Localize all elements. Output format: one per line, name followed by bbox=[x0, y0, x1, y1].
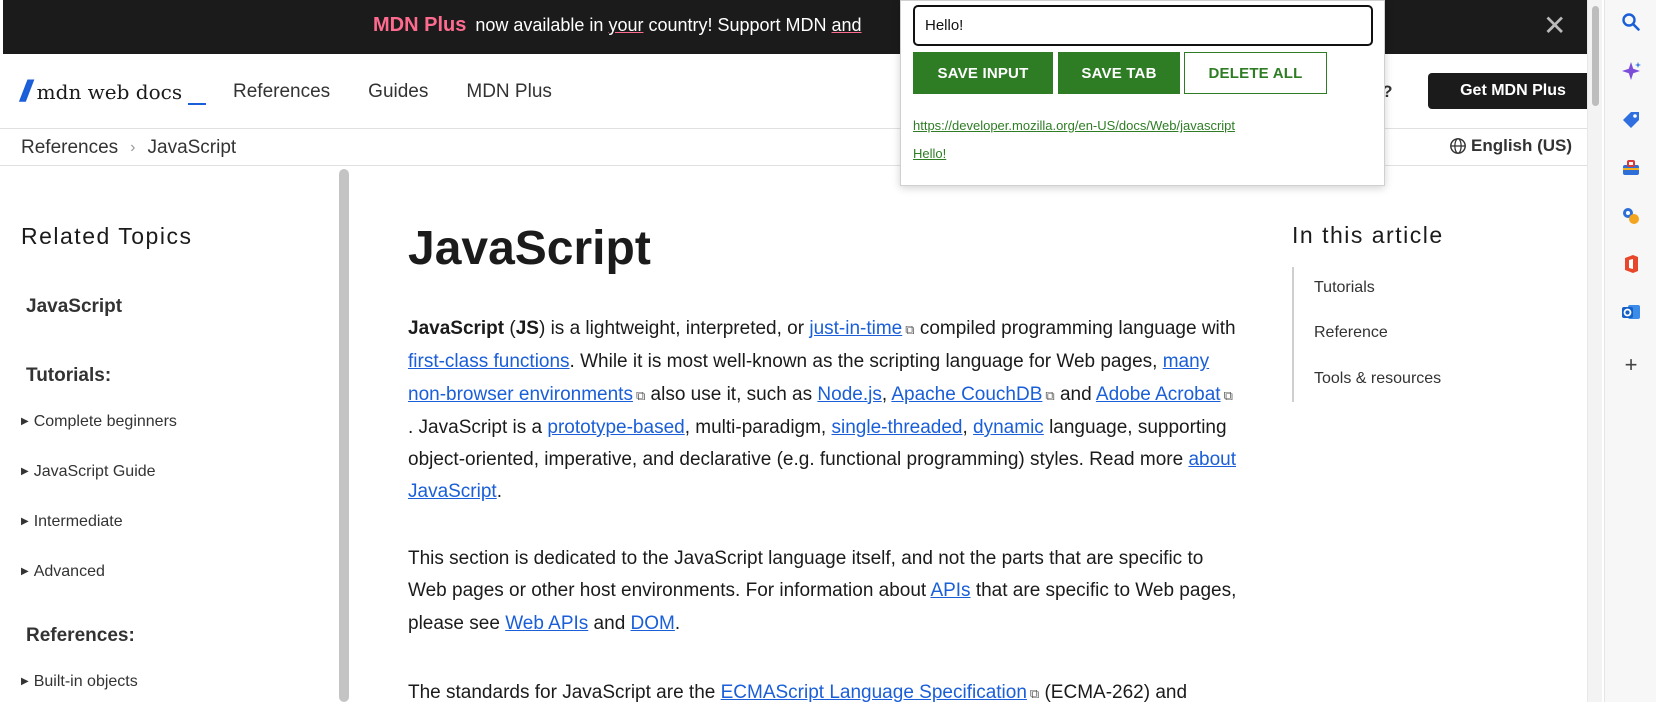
toc-item-tools-resources[interactable]: Tools & resources bbox=[1314, 370, 1441, 388]
delete-all-button[interactable]: DELETE ALL bbox=[1184, 52, 1327, 94]
nav-guides[interactable]: Guides bbox=[368, 81, 428, 103]
page-title: JavaScript bbox=[408, 222, 651, 275]
sidebar-tutorials-heading: Tutorials: bbox=[26, 365, 112, 386]
link-ecmascript-spec[interactable]: ECMAScript Language Specification bbox=[721, 682, 1040, 702]
language-selector[interactable]: English (US) bbox=[1449, 136, 1572, 156]
intro-paragraph: JavaScript (JS) is a lightweight, interp… bbox=[408, 313, 1238, 509]
copilot-icon[interactable] bbox=[1619, 59, 1643, 83]
get-mdn-plus-button[interactable]: Get MDN Plus bbox=[1428, 73, 1598, 109]
sidebar-heading: Related Topics bbox=[21, 223, 193, 249]
link-nodejs[interactable]: Node.js bbox=[817, 384, 881, 405]
banner-link-and[interactable]: and bbox=[832, 15, 862, 35]
add-icon[interactable]: + bbox=[1619, 352, 1643, 377]
language-label: English (US) bbox=[1471, 136, 1573, 155]
breadcrumb-javascript[interactable]: JavaScript bbox=[148, 137, 237, 159]
toc-heading: In this article bbox=[1292, 222, 1444, 248]
breadcrumb: References › JavaScript bbox=[21, 137, 236, 159]
toc-item-reference[interactable]: Reference bbox=[1314, 324, 1388, 342]
shopping-tag-icon[interactable] bbox=[1619, 108, 1643, 132]
page-scrollbar[interactable] bbox=[1587, 0, 1602, 702]
mdn-logo[interactable]: // mdn web docs bbox=[20, 75, 207, 108]
link-adobe-acrobat[interactable]: Adobe Acrobat bbox=[1096, 384, 1233, 405]
scope-paragraph: This section is dedicated to the JavaScr… bbox=[408, 548, 1237, 634]
banner-link-your[interactable]: your bbox=[608, 15, 643, 35]
link-prototype-based[interactable]: prototype-based bbox=[547, 417, 684, 438]
logo-cursor bbox=[188, 103, 207, 105]
link-just-in-time[interactable]: just-in-time bbox=[809, 318, 914, 339]
close-icon[interactable]: ✕ bbox=[1543, 12, 1566, 40]
link-single-threaded[interactable]: single-threaded bbox=[832, 417, 963, 438]
sidebar-item-javascript[interactable]: JavaScript bbox=[26, 296, 122, 318]
sidebar-item-advanced[interactable]: Advanced bbox=[21, 563, 105, 581]
main-nav: References Guides MDN Plus bbox=[233, 81, 552, 103]
browser-sidebar: + bbox=[1604, 0, 1656, 702]
standards-paragraph: The standards for JavaScript are the ECM… bbox=[408, 677, 1238, 702]
saved-link-item[interactable]: Hello! bbox=[913, 146, 946, 161]
link-dom[interactable]: DOM bbox=[631, 613, 675, 634]
saved-link-item[interactable]: https://developer.mozilla.org/en-US/docs… bbox=[913, 118, 1235, 133]
tools-icon[interactable] bbox=[1619, 156, 1643, 180]
nav-references[interactable]: References bbox=[233, 81, 330, 103]
mdn-logo-icon: // bbox=[20, 75, 31, 108]
link-apis[interactable]: APIs bbox=[930, 580, 970, 601]
sidebar-references-heading: References: bbox=[26, 625, 135, 646]
sidebar-item-complete-beginners[interactable]: Complete beginners bbox=[21, 413, 177, 431]
outlook-icon[interactable] bbox=[1619, 300, 1643, 324]
link-dynamic[interactable]: dynamic bbox=[973, 417, 1044, 438]
logo-text: mdn web docs bbox=[36, 80, 183, 104]
save-text-input[interactable] bbox=[913, 5, 1373, 46]
link-web-apis[interactable]: Web APIs bbox=[505, 613, 588, 634]
page-scrollbar-thumb[interactable] bbox=[1592, 6, 1599, 106]
toc-item-tutorials[interactable]: Tutorials bbox=[1314, 279, 1375, 297]
office-icon[interactable] bbox=[1619, 252, 1643, 276]
save-tab-button[interactable]: SAVE TAB bbox=[1058, 52, 1180, 94]
save-input-button[interactable]: SAVE INPUT bbox=[913, 52, 1053, 94]
sidebar-scrollbar[interactable] bbox=[339, 169, 349, 702]
sidebar-item-built-in-objects[interactable]: Built-in objects bbox=[21, 673, 138, 691]
globe-icon bbox=[1450, 138, 1466, 154]
search-icon[interactable] bbox=[1619, 10, 1643, 34]
link-first-class-functions[interactable]: first-class functions bbox=[408, 351, 570, 372]
breadcrumb-references[interactable]: References bbox=[21, 137, 118, 159]
table-of-contents: In this article Tutorials Reference Tool… bbox=[1292, 222, 1444, 402]
nav-mdn-plus[interactable]: MDN Plus bbox=[466, 81, 552, 103]
banner-brand[interactable]: MDN Plus bbox=[373, 14, 466, 36]
sidebar-item-intermediate[interactable]: Intermediate bbox=[21, 513, 123, 531]
games-icon[interactable] bbox=[1619, 204, 1643, 228]
sidebar-item-javascript-guide[interactable]: JavaScript Guide bbox=[21, 463, 156, 481]
chevron-right-icon: › bbox=[130, 139, 136, 156]
toc-list: Tutorials Reference Tools & resources bbox=[1292, 267, 1492, 402]
extension-popup: SAVE INPUT SAVE TAB DELETE ALL https://d… bbox=[900, 0, 1385, 186]
link-apache-couchdb[interactable]: Apache CouchDB bbox=[891, 384, 1054, 405]
sidebar: Related Topics JavaScript Tutorials: Com… bbox=[0, 167, 338, 702]
banner-message: MDN Plus now available in your country! … bbox=[373, 14, 862, 36]
